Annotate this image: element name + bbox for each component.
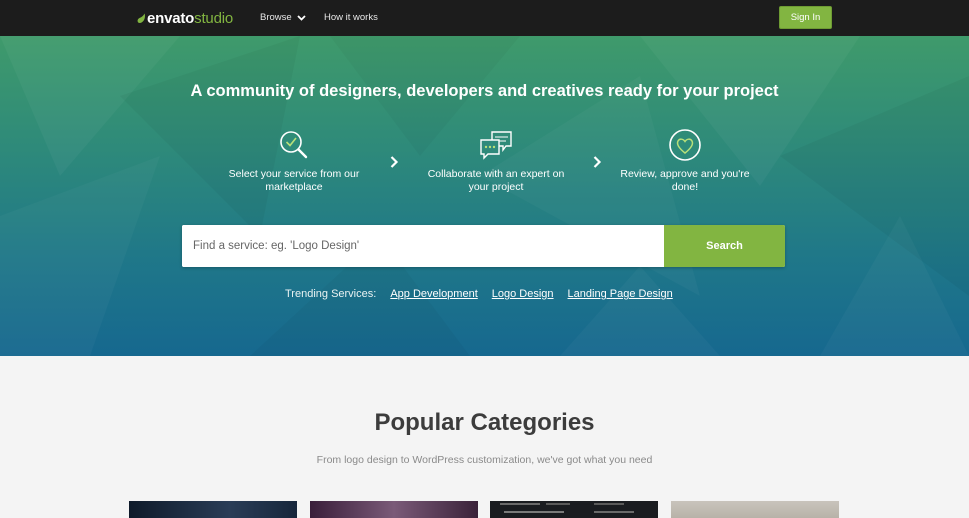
category-card-4[interactable]: [671, 501, 839, 518]
popular-categories-subtitle: From logo design to WordPress customizat…: [316, 454, 653, 466]
category-card-3[interactable]: [490, 501, 658, 518]
step-select-service: Select your service from our marketplace: [219, 128, 369, 194]
chevron-down-icon: [297, 14, 306, 21]
top-nav-bar: envato studio Browse How it works Sign In: [0, 0, 969, 36]
trending-services: Trending Services: App Development Logo …: [285, 288, 687, 300]
magnifier-check-icon: [280, 131, 308, 159]
category-card-2[interactable]: [310, 501, 478, 518]
chevron-right-icon: [390, 156, 399, 168]
nav-browse-label: Browse: [260, 12, 292, 23]
nav-browse-menu[interactable]: Browse: [260, 12, 306, 23]
leaf-icon: [137, 13, 145, 23]
service-search-input[interactable]: [182, 225, 664, 267]
service-search-bar: Search: [182, 225, 785, 267]
logo-product-text: studio: [194, 9, 233, 27]
trending-link-app-development[interactable]: App Development: [390, 288, 477, 300]
nav-how-it-works-link[interactable]: How it works: [324, 12, 378, 23]
popular-categories-title: Popular Categories: [374, 409, 595, 436]
step-collaborate: Collaborate with an expert on your proje…: [421, 128, 571, 194]
chat-bubbles-icon: [480, 131, 512, 160]
chevron-right-icon: [593, 156, 602, 168]
step-review-approve: Review, approve and you're done!: [610, 128, 760, 194]
logo-brand-text: envato: [147, 9, 195, 27]
sign-in-button[interactable]: Sign In: [779, 6, 832, 29]
trending-link-logo-design[interactable]: Logo Design: [492, 288, 554, 300]
envato-studio-logo[interactable]: envato studio: [137, 9, 233, 27]
code-lines-image: [500, 503, 634, 513]
search-button[interactable]: Search: [664, 225, 785, 267]
trending-label: Trending Services:: [285, 288, 377, 300]
step-collaborate-text: Collaborate with an expert on your proje…: [427, 168, 565, 193]
hero-section: A community of designers, developers and…: [0, 36, 969, 356]
category-card-1[interactable]: [129, 501, 297, 518]
hero-title: A community of designers, developers and…: [190, 82, 779, 100]
step-select-service-text: Select your service from our marketplace: [228, 168, 360, 193]
trending-link-landing-page-design[interactable]: Landing Page Design: [568, 288, 673, 300]
heart-circle-icon: [669, 129, 701, 161]
step-review-approve-text: Review, approve and you're done!: [620, 168, 750, 193]
